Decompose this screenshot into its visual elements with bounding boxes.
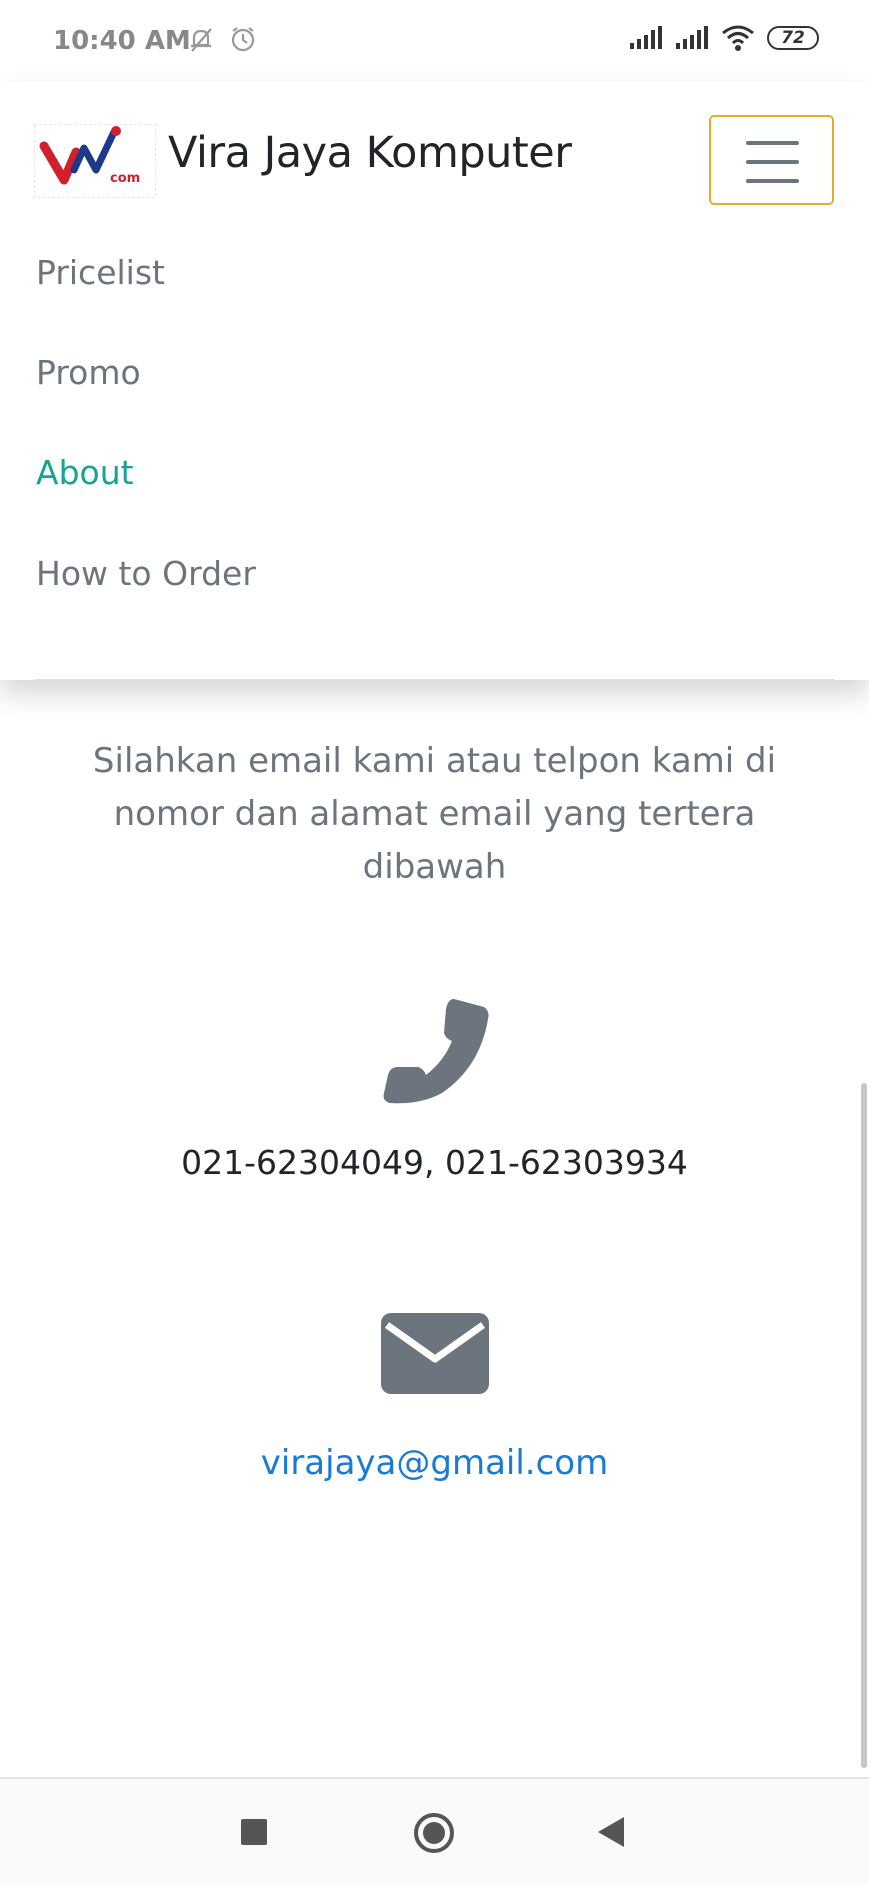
back-icon[interactable]	[596, 1815, 626, 1849]
brand-name[interactable]: Vira Jaya Komputer	[168, 128, 572, 178]
system-navigation-bar	[0, 1777, 869, 1885]
nav-link-promo[interactable]: Promo	[36, 353, 141, 392]
recents-icon[interactable]	[239, 1817, 269, 1847]
contact-intro-text: Silahkan email kami atau telpon kami di …	[92, 741, 777, 887]
phone-numbers: 021-62304049, 021-62303934	[181, 1143, 688, 1182]
status-time: 10:40 AM	[53, 26, 191, 56]
menu-toggle-button[interactable]	[709, 115, 834, 205]
battery-icon: 72	[767, 26, 819, 50]
mute-icon	[191, 28, 212, 52]
status-icons-left	[186, 24, 258, 54]
navbar: com Vira Jaya Komputer Pricelist Promo A…	[0, 82, 869, 680]
battery-level: 72	[781, 28, 805, 48]
envelope-icon	[381, 1313, 489, 1394]
signal-icon	[630, 26, 662, 49]
nav-link-about[interactable]: About	[36, 453, 134, 492]
logo-text: com	[110, 171, 140, 186]
hamburger-icon	[746, 141, 799, 198]
wifi-icon	[722, 25, 754, 51]
status-icons-right: 72	[629, 24, 819, 52]
home-icon[interactable]	[413, 1812, 455, 1854]
scrollbar[interactable]	[861, 1083, 867, 1768]
nav-link-pricelist[interactable]: Pricelist	[36, 253, 165, 292]
logo-icon: com	[34, 124, 156, 198]
status-bar: 10:40 AM 72	[0, 0, 869, 82]
divider	[34, 679, 835, 680]
brand-logo[interactable]: com	[34, 124, 156, 198]
nav-link-how-to-order[interactable]: How to Order	[36, 554, 256, 593]
email-link[interactable]: virajaya@gmail.com	[0, 1443, 869, 1483]
signal-icon-2	[676, 26, 708, 49]
alarm-icon	[231, 27, 255, 52]
phone-icon	[383, 999, 489, 1104]
